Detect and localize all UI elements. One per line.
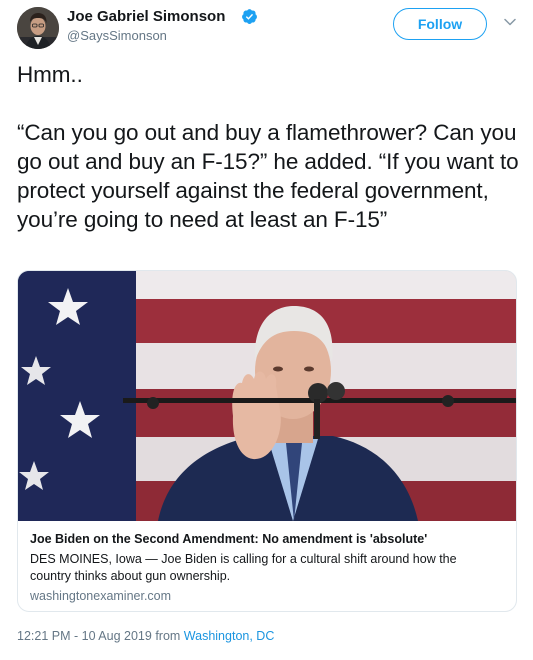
card-description: DES MOINES, Iowa — Joe Biden is calling …: [30, 552, 457, 583]
follow-button[interactable]: Follow: [393, 8, 487, 40]
card-domain: washingtonexaminer.com: [30, 589, 172, 603]
timestamp[interactable]: 12:21 PM - 10 Aug 2019: [17, 629, 152, 643]
avatar[interactable]: [17, 7, 59, 49]
tweet-line: “Can you go out and buy a flamethrower? …: [17, 120, 519, 232]
from-label: from: [155, 629, 181, 643]
tweet-text: Hmm.. “Can you go out and buy a flamethr…: [17, 60, 522, 234]
tweet-metadata: 12:21 PM - 10 Aug 2019 from Washington, …: [17, 629, 274, 643]
verified-badge-icon: [242, 9, 257, 24]
tweet-line: Hmm..: [17, 62, 83, 87]
card-image[interactable]: [18, 271, 516, 521]
tweet: Joe Gabriel Simonson @SaysSimonson Follo…: [0, 0, 533, 660]
chevron-down-icon[interactable]: [503, 15, 517, 29]
author-handle[interactable]: @SaysSimonson: [67, 28, 167, 43]
card-title[interactable]: Joe Biden on the Second Amendment: No am…: [30, 532, 427, 546]
link-card[interactable]: Joe Biden on the Second Amendment: No am…: [17, 270, 517, 612]
location-link[interactable]: Washington, DC: [184, 629, 275, 643]
author-name[interactable]: Joe Gabriel Simonson: [67, 8, 225, 25]
